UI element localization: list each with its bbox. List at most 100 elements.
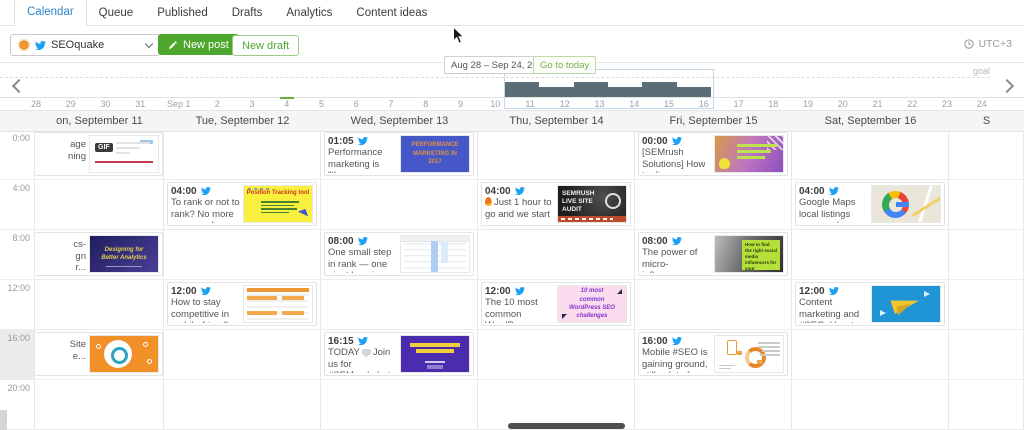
flame-icon bbox=[485, 197, 492, 206]
calendar-cell[interactable]: 12:00 Content marketing and #SEO: How to… bbox=[792, 280, 949, 329]
calendar-cell[interactable] bbox=[949, 230, 1024, 279]
calendar-cell[interactable]: 08:00 The power of micro-influencers:...… bbox=[635, 230, 792, 279]
calendar-cell[interactable]: 16:15 TODAYJoin us for #SEMrushchat... bbox=[321, 330, 478, 379]
calendar-cell[interactable] bbox=[478, 380, 635, 429]
calendar-cell[interactable] bbox=[35, 380, 164, 429]
calendar-row: 8:00 cs- gn r... Designing for Better An… bbox=[0, 230, 1024, 280]
post-card[interactable]: age ning GIF bbox=[35, 132, 163, 176]
post-text: How to stay competitive in mobile-friend… bbox=[171, 297, 233, 323]
post-thumbnail bbox=[871, 285, 941, 323]
calendar-cell[interactable] bbox=[321, 380, 478, 429]
tab-published[interactable]: Published bbox=[145, 1, 220, 26]
calendar-cell[interactable] bbox=[164, 330, 321, 379]
calendar-cell[interactable] bbox=[478, 130, 635, 179]
post-card[interactable]: 12:00 The 10 most common WordPress... 10… bbox=[481, 282, 631, 326]
calendar-cell[interactable]: 16:00 Mobile #SEO is gaining ground, sti… bbox=[635, 330, 792, 379]
calendar-cell[interactable] bbox=[35, 280, 164, 329]
post-time: 00:00 bbox=[642, 135, 668, 147]
vertical-scrollbar-fragment[interactable] bbox=[0, 410, 7, 430]
day-header: Tue, September 12 bbox=[195, 115, 290, 127]
calendar-cell[interactable]: cs- gn r... Designing for Better Analyti… bbox=[35, 230, 164, 279]
post-time: 12:00 bbox=[171, 285, 197, 297]
twitter-icon bbox=[514, 286, 525, 296]
post-card[interactable]: 12:00 Content marketing and #SEO: How to… bbox=[795, 282, 945, 326]
calendar-cell[interactable] bbox=[164, 130, 321, 179]
calendar-cell[interactable] bbox=[635, 280, 792, 329]
calendar-cell[interactable]: 01:05 Performance marketing is "the new.… bbox=[321, 130, 478, 179]
post-thumbnail: How to find the right social media influ… bbox=[714, 235, 784, 273]
calendar-cell[interactable] bbox=[478, 230, 635, 279]
tab-content-ideas[interactable]: Content ideas bbox=[344, 1, 439, 26]
timeline-selection-window[interactable] bbox=[504, 69, 714, 109]
calendar-cell[interactable]: 04:00 Google Maps local listings can now… bbox=[792, 180, 949, 229]
post-time: 08:00 bbox=[642, 235, 668, 247]
tab-analytics[interactable]: Analytics bbox=[274, 1, 344, 26]
calendar-cell[interactable]: 08:00 One small step in rank — one giant… bbox=[321, 230, 478, 279]
calendar-cell[interactable] bbox=[35, 180, 164, 229]
calendar-cell[interactable] bbox=[164, 230, 321, 279]
time-label: 8:00 bbox=[0, 230, 35, 279]
twitter-icon bbox=[828, 286, 839, 296]
twitter-icon bbox=[357, 236, 368, 246]
calendar-cell[interactable]: 12:00 How to stay competitive in mobile-… bbox=[164, 280, 321, 329]
calendar-cell[interactable] bbox=[478, 330, 635, 379]
post-card[interactable]: 01:05 Performance marketing is "the new.… bbox=[324, 132, 474, 176]
calendar-cell[interactable] bbox=[321, 280, 478, 329]
tab-queue[interactable]: Queue bbox=[87, 1, 146, 26]
post-time: 16:00 bbox=[642, 335, 668, 347]
post-card[interactable]: 00:00 [SEMrush Solutions] How to discove… bbox=[638, 132, 788, 176]
calendar-cell[interactable] bbox=[949, 280, 1024, 329]
post-card[interactable]: 04:00 To rank or not to rank? No more gu… bbox=[167, 182, 317, 226]
calendar-cell[interactable] bbox=[792, 230, 949, 279]
calendar-cell[interactable] bbox=[949, 380, 1024, 429]
post-card[interactable]: 08:00 One small step in rank — one giant… bbox=[324, 232, 474, 276]
calendar-cell[interactable] bbox=[635, 380, 792, 429]
horizontal-scrollbar[interactable] bbox=[508, 423, 625, 429]
calendar-cell[interactable]: 04:00 Just 1 hour to go and we start our… bbox=[478, 180, 635, 229]
post-card[interactable]: 12:00 How to stay competitive in mobile-… bbox=[167, 282, 317, 326]
day-header: Thu, September 14 bbox=[509, 115, 604, 127]
new-draft-button[interactable]: New draft bbox=[232, 35, 300, 56]
timeline-next-arrow[interactable] bbox=[999, 78, 1015, 94]
tab-drafts[interactable]: Drafts bbox=[220, 1, 275, 26]
calendar-cell[interactable] bbox=[792, 130, 949, 179]
calendar-cell[interactable]: Site e... bbox=[35, 330, 164, 379]
post-text: age ning bbox=[68, 139, 86, 162]
post-thumbnail: Position Tracking tool bbox=[243, 185, 313, 223]
post-card[interactable]: Site e... bbox=[35, 332, 163, 376]
calendar-cell[interactable]: age ning GIF bbox=[35, 130, 164, 179]
calendar-cell[interactable]: 12:00 The 10 most common WordPress... 10… bbox=[478, 280, 635, 329]
post-time: 04:00 bbox=[799, 185, 825, 197]
twitter-icon bbox=[671, 236, 682, 246]
seoquake-logo-icon bbox=[18, 39, 30, 51]
twitter-icon bbox=[35, 40, 46, 50]
calendar-cell[interactable]: 00:00 [SEMrush Solutions] How to discove… bbox=[635, 130, 792, 179]
post-thumbnail bbox=[714, 335, 784, 373]
gif-badge: GIF bbox=[95, 143, 113, 152]
calendar-cell[interactable] bbox=[321, 180, 478, 229]
post-card[interactable]: 04:00 Just 1 hour to go and we start our… bbox=[481, 182, 631, 226]
calendar-cell[interactable] bbox=[792, 380, 949, 429]
day-header: on, September 11 bbox=[56, 115, 143, 127]
calendar-cell[interactable] bbox=[792, 330, 949, 379]
calendar-cell[interactable] bbox=[949, 330, 1024, 379]
timezone-setting[interactable]: UTC+3 bbox=[964, 38, 1012, 50]
calendar-cell[interactable]: 04:00 To rank or not to rank? No more gu… bbox=[164, 180, 321, 229]
timeline-prev-arrow[interactable] bbox=[11, 78, 27, 94]
post-card[interactable]: 04:00 Google Maps local listings can now… bbox=[795, 182, 945, 226]
post-thumbnail bbox=[89, 335, 159, 373]
post-card[interactable]: 08:00 The power of micro-influencers:...… bbox=[638, 232, 788, 276]
profile-select[interactable]: SEOquake bbox=[10, 34, 160, 56]
post-card[interactable]: cs- gn r... Designing for Better Analyti… bbox=[35, 232, 163, 276]
calendar-cell[interactable] bbox=[164, 380, 321, 429]
twitter-icon bbox=[200, 186, 211, 196]
post-card[interactable]: 16:00 Mobile #SEO is gaining ground, sti… bbox=[638, 332, 788, 376]
new-post-button[interactable]: New post bbox=[158, 34, 239, 55]
tab-calendar[interactable]: Calendar bbox=[14, 0, 87, 26]
calendar-cell[interactable] bbox=[949, 130, 1024, 179]
calendar-cell[interactable] bbox=[635, 180, 792, 229]
go-to-today-button[interactable]: Go to today bbox=[533, 56, 597, 74]
post-card[interactable]: 16:15 TODAYJoin us for #SEMrushchat... bbox=[324, 332, 474, 376]
calendar-cell[interactable] bbox=[949, 180, 1024, 229]
post-text: Mobile #SEO is gaining ground, still, a … bbox=[642, 347, 708, 373]
